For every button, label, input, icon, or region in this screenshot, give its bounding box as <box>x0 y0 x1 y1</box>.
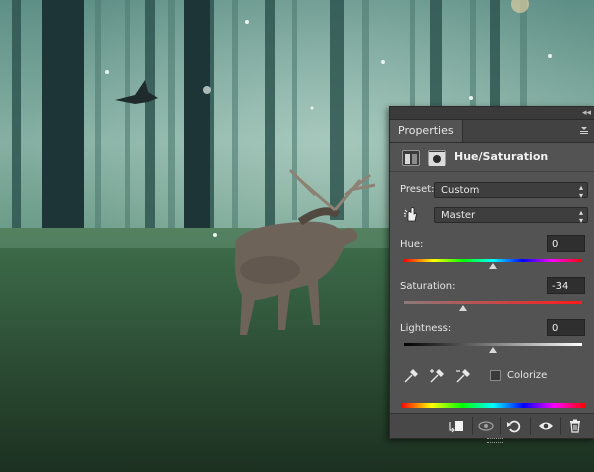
hue-slider-thumb[interactable] <box>489 263 497 269</box>
panel-menu-icon[interactable] <box>579 125 589 135</box>
preset-value: Custom <box>441 185 480 196</box>
eyedropper-icon[interactable] <box>402 367 420 385</box>
adjustment-header: Hue/Saturation <box>390 143 594 172</box>
eye-previous-icon[interactable] <box>476 417 496 435</box>
double-chevron-icon[interactable]: ◂◂ <box>582 107 591 119</box>
saturation-slider-thumb[interactable] <box>458 305 467 311</box>
hand-cursor-icon[interactable] <box>402 205 420 223</box>
hue-slider-track[interactable] <box>404 259 582 262</box>
channel-value: Master <box>441 210 476 221</box>
mask-icon[interactable] <box>428 150 446 166</box>
panel-bottom-toolbar <box>390 413 594 438</box>
reset-icon[interactable] <box>504 417 524 435</box>
adjustment-title: Hue/Saturation <box>454 150 549 163</box>
toolbar-divider <box>472 417 473 435</box>
eyedropper-plus-icon[interactable] <box>428 367 446 385</box>
hue-field[interactable]: 0 <box>547 235 585 252</box>
tab-properties[interactable]: Properties <box>390 120 463 142</box>
lightness-slider-thumb[interactable] <box>489 347 497 353</box>
panel-tab-row: Properties <box>390 120 594 143</box>
clip-to-layer-icon[interactable] <box>446 417 466 435</box>
lightness-slider-track[interactable] <box>404 343 582 346</box>
toolbar-divider <box>560 417 561 435</box>
eyedropper-minus-icon[interactable] <box>454 367 472 385</box>
result-spectrum-bar <box>401 403 585 408</box>
trash-icon[interactable] <box>565 417 585 435</box>
saturation-field[interactable]: -34 <box>547 277 585 294</box>
adjustment-layer-icon[interactable] <box>402 150 420 166</box>
lightness-field[interactable]: 0 <box>547 319 585 336</box>
lightness-label: Lightness: <box>400 323 452 334</box>
dropdown-arrows-icon: ▴ ▾ <box>578 208 583 225</box>
hue-label: Hue: <box>400 239 424 250</box>
colorize-checkbox[interactable] <box>490 370 501 381</box>
dropdown-arrows-icon: ▴ ▾ <box>578 183 583 200</box>
preset-label: Preset: <box>400 184 435 195</box>
channel-dropdown[interactable]: Master ▴ ▾ <box>434 207 588 225</box>
colorize-label: Colorize <box>507 370 548 381</box>
properties-panel: ◂◂ Properties Hue/Saturation Preset: Cus… <box>389 106 594 443</box>
preset-dropdown[interactable]: Custom ▴ ▾ <box>434 182 588 200</box>
saturation-label: Saturation: <box>400 281 456 292</box>
toolbar-divider <box>530 417 531 435</box>
eye-icon[interactable] <box>536 417 556 435</box>
saturation-slider-track[interactable] <box>404 301 582 304</box>
toolbar-divider <box>500 417 501 435</box>
panel-title-bar[interactable]: ◂◂ <box>390 107 594 120</box>
panel-resize-grip[interactable] <box>487 438 503 443</box>
